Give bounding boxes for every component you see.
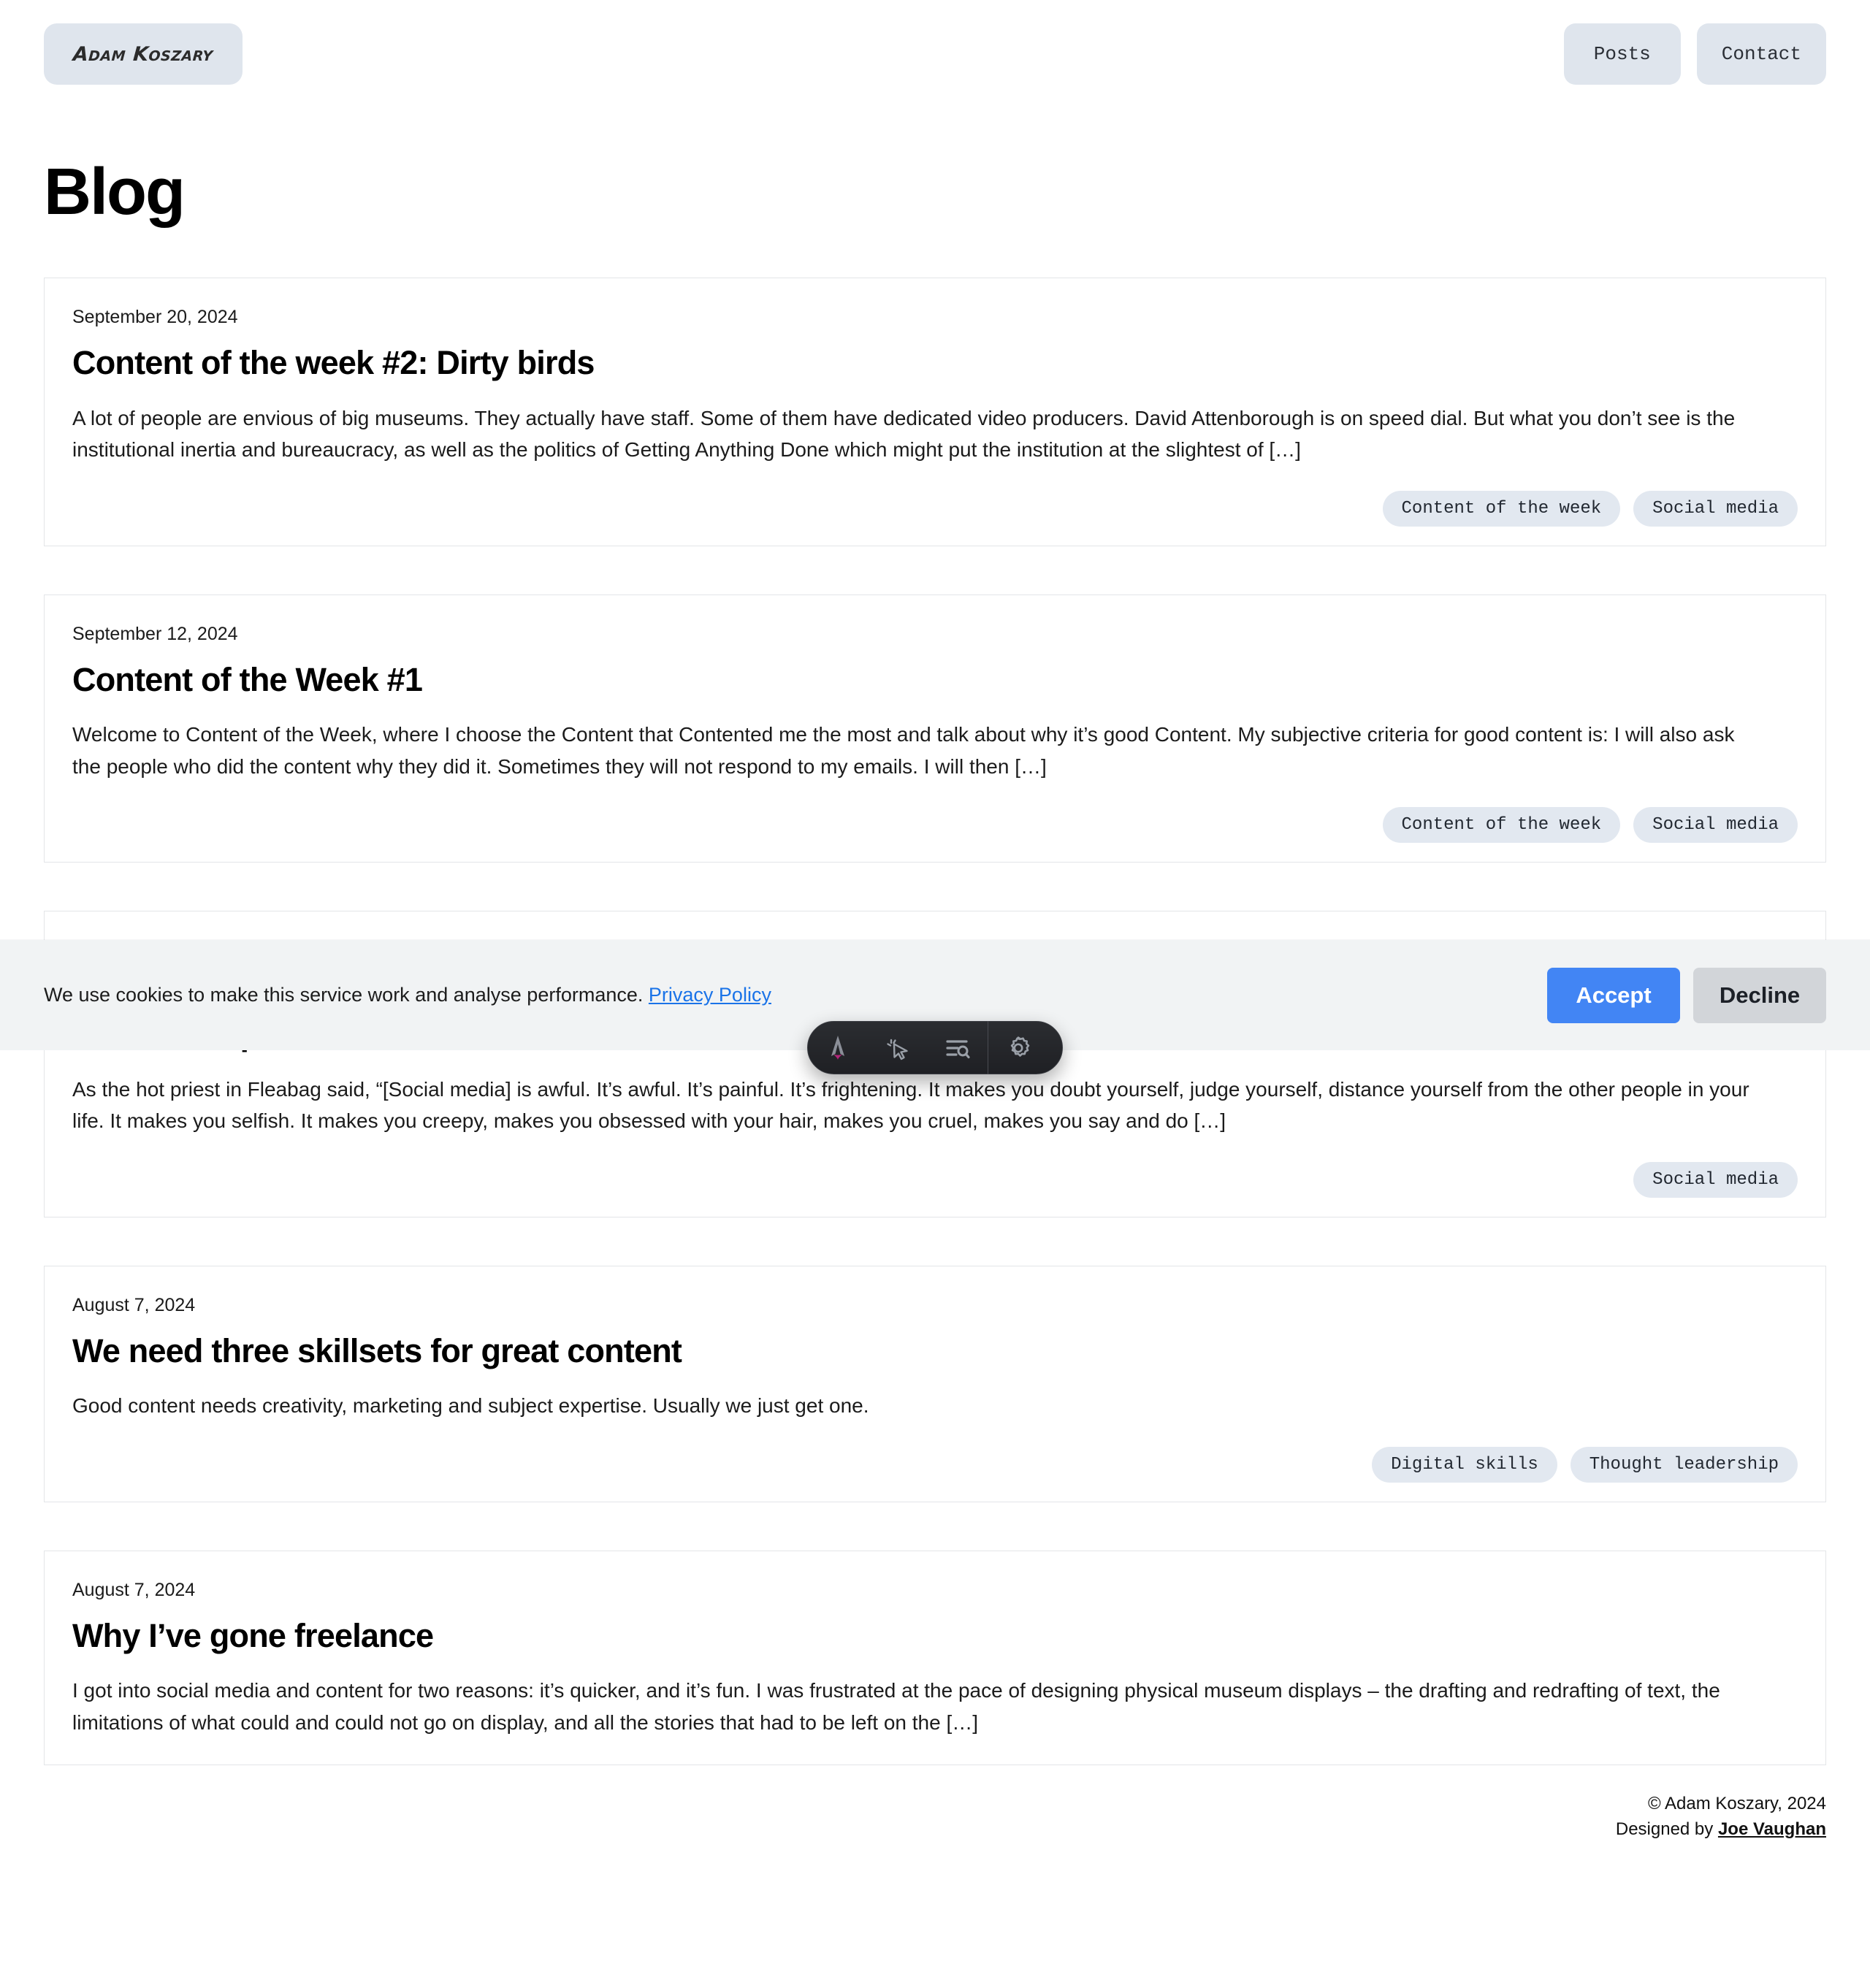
tag-pill[interactable]: Content of the week (1382, 490, 1621, 527)
post-title[interactable]: Content of the week #2: Dirty birds (72, 344, 1798, 382)
page-title: Blog (44, 156, 186, 229)
post-tags: Content of the week Social media (72, 490, 1798, 527)
post-card[interactable]: September 20, 2024 Content of the week #… (44, 278, 1826, 546)
tag-pill[interactable]: Social media (1633, 807, 1798, 844)
inspect-cursor-icon[interactable]: Inspect (868, 1021, 928, 1074)
post-date: August 7, 2024 (72, 1579, 196, 1600)
post-excerpt: Good content needs creativity, marketing… (72, 1394, 869, 1418)
tag-pill[interactable]: Social media (1633, 490, 1798, 527)
post-tags: Digital skills Thought leadership (72, 1446, 1798, 1483)
tag-pill[interactable]: Thought leadership (1570, 1446, 1798, 1483)
footer-credit: Designed by Joe Vaughan (44, 1817, 1826, 1843)
post-excerpt: Welcome to Content of the Week, where I … (72, 723, 1735, 778)
post-tags: Content of the week Social media (72, 807, 1798, 844)
dev-toolbar-apps: Astro Inspect (808, 1021, 988, 1074)
astro-logo-icon[interactable]: Astro (808, 1021, 868, 1074)
nav-item-posts[interactable]: Posts (1563, 23, 1681, 85)
footer-copyright: © Adam Koszary, 2024 (1647, 1794, 1826, 1814)
post-date: September 20, 2024 (72, 307, 238, 327)
site-header: Adam Koszary Posts Contact (0, 0, 1870, 93)
privacy-policy-link[interactable]: Privacy Policy (649, 984, 771, 1006)
post-card[interactable]: August 7, 2024 Why I’ve gone freelance I… (44, 1550, 1826, 1766)
post-card[interactable]: September 12, 2024 Content of the Week #… (44, 594, 1826, 863)
post-date: September 12, 2024 (72, 623, 238, 644)
post-card[interactable]: August 7, 2024 We need three skillsets f… (44, 1265, 1826, 1502)
main-nav: Posts Contact (1563, 23, 1826, 85)
post-excerpt: A lot of people are envious of big museu… (72, 406, 1736, 462)
post-excerpt: I got into social media and content for … (72, 1679, 1720, 1734)
brand-logo[interactable]: Adam Koszary (44, 23, 243, 85)
site-footer: © Adam Koszary, 2024 Designed by Joe Vau… (0, 1765, 1870, 1872)
audit-list-search-icon[interactable]: Audit (928, 1021, 988, 1074)
settings-gear-icon[interactable]: Settings (988, 1021, 1048, 1074)
cookie-message-text: We use cookies to make this service work… (44, 984, 644, 1006)
post-title[interactable]: Why I’ve gone freelance (72, 1617, 1798, 1655)
post-date: August 7, 2024 (72, 1294, 196, 1315)
astro-dev-toolbar[interactable]: Astro Inspect (807, 1021, 1063, 1074)
cookie-message: We use cookies to make this service work… (44, 984, 771, 1006)
tag-pill[interactable]: Content of the week (1382, 807, 1621, 844)
tag-pill[interactable]: Digital skills (1372, 1446, 1557, 1483)
cookie-actions: Accept Decline (1547, 967, 1826, 1023)
brand-logo-label: Adam Koszary (72, 42, 214, 66)
accept-cookies-button[interactable]: Accept (1547, 967, 1680, 1023)
footer-credit-link[interactable]: Joe Vaughan (1718, 1819, 1826, 1839)
post-title[interactable]: Content of the Week #1 (72, 661, 1798, 699)
nav-item-contact[interactable]: Contact (1696, 23, 1826, 85)
footer-credit-prefix: Designed by (1615, 1819, 1718, 1840)
post-excerpt: As the hot priest in Fleabag said, “[Soc… (72, 1077, 1749, 1133)
decline-cookies-button[interactable]: Decline (1693, 967, 1826, 1023)
post-tags: Social media (72, 1161, 1798, 1198)
post-title[interactable]: We need three skillsets for great conten… (72, 1332, 1798, 1370)
tag-pill[interactable]: Social media (1633, 1161, 1798, 1198)
